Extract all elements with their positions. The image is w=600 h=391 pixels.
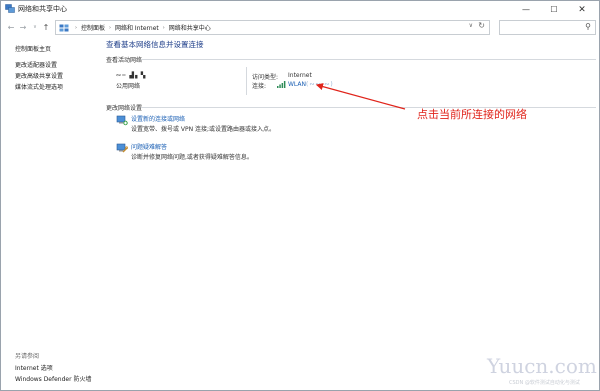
troubleshoot-icon — [116, 143, 128, 153]
see-also-heading: 另请参阅 — [15, 353, 40, 360]
setup-new-connection-link[interactable]: 设置新的连接或网络 — [131, 114, 185, 123]
network-setup-icon — [116, 115, 128, 126]
breadcrumb-control-panel[interactable]: 控制面板 — [81, 23, 105, 32]
window-title: 网络和共享中心 — [18, 5, 67, 13]
up-arrow-icon[interactable]: ↑ — [41, 20, 51, 34]
access-type-label: 访问类型: — [252, 74, 279, 81]
recent-locations-chevron-icon[interactable]: ∨ — [30, 20, 40, 34]
network-center-icon — [5, 4, 15, 13]
change-network-settings-heading: 更改网络设置 — [106, 105, 143, 112]
main-content: 查看基本网络信息并设置连接 查看活动网络 ∾┉ ▟▖▚ 公用网络 访问类型: I… — [99, 37, 599, 389]
breadcrumb-separator: › — [75, 24, 77, 31]
search-icon: ⚲ — [585, 22, 591, 31]
wlan-connection-link[interactable]: WLAN — [288, 81, 306, 88]
section-divider — [141, 59, 596, 60]
breadcrumb-separator: › — [109, 24, 112, 31]
navigation-bar: ← → ∨ ↑ › 控制面板 › 网络和 Internet › 网络和共享中心 … — [1, 18, 599, 37]
page-title: 查看基本网络信息并设置连接 — [106, 40, 204, 49]
address-dropdown-icon[interactable]: ∨ — [469, 22, 473, 29]
vertical-divider — [246, 67, 247, 95]
breadcrumb-separator: › — [162, 24, 165, 31]
watermark-logo: Yuucn.com — [487, 354, 597, 378]
breadcrumb-network-sharing-center[interactable]: 网络和共享中心 — [169, 23, 211, 32]
wifi-signal-icon — [277, 81, 286, 88]
watermark-subtext: CSDN @软件测试自动化与测试 — [509, 380, 580, 386]
wlan-ssid-blurred[interactable]: (∾∾ ∾) — [306, 81, 334, 88]
annotation-callout: 点击当前所连接的网络 — [417, 108, 527, 121]
back-arrow-icon[interactable]: ← — [6, 20, 16, 34]
address-bar[interactable]: › 控制面板 › 网络和 Internet › 网络和共享中心 ∨ ↻ — [55, 20, 490, 35]
forward-arrow-icon[interactable]: → — [18, 20, 28, 34]
access-type-value: Internet — [288, 72, 312, 79]
search-input[interactable]: ⚲ — [499, 20, 596, 35]
media-streaming-options-link[interactable]: 媒体流式处理选项 — [15, 82, 63, 91]
left-task-panel: 控制面板主页 更改适配器设置 更改高级共享设置 媒体流式处理选项 另请参阅 In… — [1, 37, 99, 389]
troubleshoot-problems-link[interactable]: 问题疑难解答 — [131, 142, 167, 151]
control-panel-icon — [59, 24, 69, 31]
close-button[interactable]: ✕ — [569, 1, 595, 18]
troubleshoot-problems-desc: 诊断并修复网络问题,或者获得疑难解答信息。 — [131, 154, 253, 161]
refresh-icon[interactable]: ↻ — [478, 21, 485, 30]
title-bar: 网络和共享中心 — ☐ ✕ — [1, 1, 599, 18]
network-category[interactable]: 公用网络 — [116, 81, 140, 90]
connections-label: 连接: — [252, 83, 267, 90]
breadcrumb-network-internet[interactable]: 网络和 Internet — [115, 23, 159, 32]
control-panel-home-link[interactable]: 控制面板主页 — [15, 44, 51, 53]
minimize-button[interactable]: — — [513, 1, 539, 18]
maximize-button[interactable]: ☐ — [541, 1, 567, 18]
change-advanced-sharing-link[interactable]: 更改高级共享设置 — [15, 71, 63, 80]
section-divider — [141, 107, 596, 108]
setup-new-connection-desc: 设置宽带、拨号或 VPN 连接;或设置路由器或接入点。 — [131, 126, 276, 133]
change-adapter-settings-link[interactable]: 更改适配器设置 — [15, 60, 57, 69]
windows-defender-firewall-link[interactable]: Windows Defender 防火墙 — [15, 374, 91, 383]
active-networks-heading: 查看活动网络 — [106, 57, 143, 64]
network-sharing-center-window: 网络和共享中心 — ☐ ✕ ← → ∨ ↑ › 控制面板 › 网络和 Inter… — [0, 0, 600, 391]
internet-options-link[interactable]: Internet 选项 — [15, 363, 53, 372]
network-name: ∾┉ ▟▖▚ — [116, 72, 147, 79]
